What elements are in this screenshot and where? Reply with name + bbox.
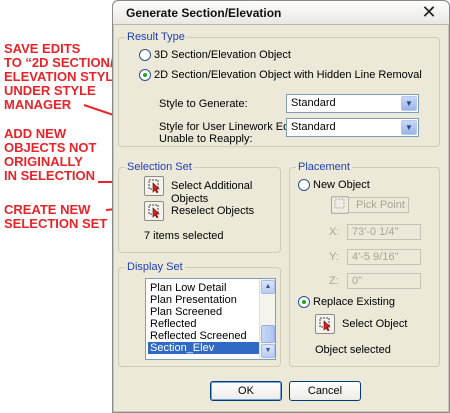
scroll-thumb[interactable]	[261, 325, 275, 343]
reselect-label: Reselect Objects	[171, 205, 255, 217]
list-item[interactable]: Reflected Screened	[148, 330, 259, 342]
list-item[interactable]: Plan Screened	[148, 306, 259, 318]
x-field[interactable]: 73'-0 1/4"	[347, 224, 421, 240]
style-to-generate-value: Standard	[291, 97, 336, 109]
listbox-scrollbar[interactable]: ▲ ▼	[259, 279, 275, 359]
scroll-down-icon[interactable]: ▼	[261, 344, 275, 358]
x-label: X:	[329, 226, 340, 238]
pick-point-label: Pick Point	[356, 199, 405, 211]
chevron-down-icon[interactable]: ▼	[401, 96, 417, 111]
selection-set-group: Selection Set Select Additional Objects …	[118, 160, 281, 253]
z-label: Z:	[329, 275, 339, 287]
dialog-title: Generate Section/Elevation	[126, 6, 282, 20]
radio-3d-label: 3D Section/Elevation Object	[154, 49, 291, 61]
new-object-label: New Object	[313, 179, 370, 191]
y-label: Y:	[329, 251, 339, 263]
select-additional-button[interactable]	[144, 176, 164, 196]
select-additional-label: Select Additional Objects	[171, 180, 253, 205]
display-set-group: Display Set Plan Low Detail Plan Present…	[118, 260, 281, 367]
chevron-down-icon[interactable]: ▼	[401, 120, 417, 135]
scroll-up-icon[interactable]: ▲	[261, 280, 275, 294]
generate-section-dialog: Generate Section/Elevation ✕ Result Type…	[112, 0, 450, 413]
display-set-listbox[interactable]: Plan Low Detail Plan Presentation Plan S…	[145, 278, 276, 360]
items-selected-count: 7 items selected	[144, 230, 224, 242]
user-style-label-line2: Unable to Reapply:	[159, 133, 253, 145]
pick-cursor-icon	[334, 198, 345, 209]
pick-point-icon	[331, 196, 349, 214]
radio-2d-object[interactable]	[139, 69, 151, 81]
reselect-button[interactable]	[144, 201, 164, 221]
selection-set-legend: Selection Set	[125, 160, 194, 174]
placement-group: Placement New Object Pick Point X: 73'-0…	[289, 160, 440, 367]
z-field[interactable]: 0"	[347, 273, 421, 289]
ok-button[interactable]: OK	[210, 381, 282, 401]
select-object-button[interactable]	[315, 314, 335, 334]
placement-legend: Placement	[296, 160, 352, 174]
result-type-group: Result Type 3D Section/Elevation Object …	[118, 30, 440, 147]
list-item[interactable]: Plan Low Detail	[148, 282, 259, 294]
select-object-label: Select Object	[342, 318, 408, 330]
display-set-legend: Display Set	[125, 260, 185, 274]
radio-3d-object[interactable]	[139, 49, 151, 61]
style-to-generate-select[interactable]: Standard ▼	[286, 94, 419, 113]
list-item[interactable]: Plan Presentation	[148, 294, 259, 306]
title-bar[interactable]: Generate Section/Elevation ✕	[113, 1, 449, 25]
pick-cursor-icon	[148, 179, 160, 193]
user-style-value: Standard	[291, 121, 336, 133]
pick-cursor-icon	[319, 317, 331, 331]
user-style-select[interactable]: Standard ▼	[286, 118, 419, 137]
cancel-button[interactable]: Cancel	[289, 381, 361, 401]
result-type-legend: Result Type	[125, 30, 187, 44]
radio-new-object[interactable]	[298, 179, 310, 191]
list-item[interactable]: Reflected	[148, 318, 259, 330]
list-item-selected[interactable]: Section_Elev	[148, 342, 259, 354]
radio-2d-label: 2D Section/Elevation Object with Hidden …	[154, 69, 422, 81]
replace-existing-label: Replace Existing	[313, 296, 395, 308]
close-icon[interactable]: ✕	[419, 2, 439, 22]
object-status: Object selected	[315, 344, 391, 356]
radio-replace-existing[interactable]	[298, 296, 310, 308]
pick-cursor-icon	[148, 204, 160, 218]
y-field[interactable]: 4'-5 9/16"	[347, 249, 421, 265]
style-to-generate-label: Style to Generate:	[159, 98, 248, 110]
